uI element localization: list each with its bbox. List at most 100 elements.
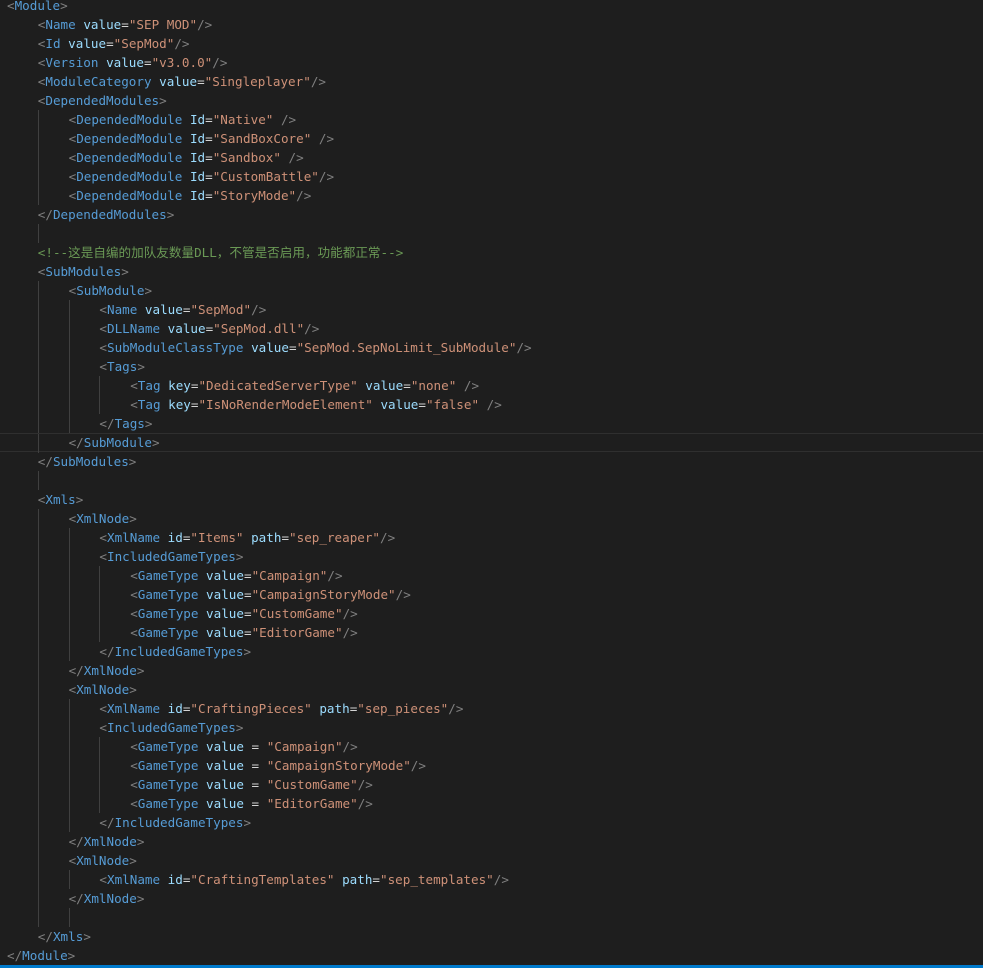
code-line[interactable]: <XmlName id="CraftingTemplates" path="se… <box>0 869 983 889</box>
code-line[interactable]: </SubModules> <box>0 452 983 471</box>
code-editor[interactable]: <Module> <Name value="SEP MOD"/> <Id value… <box>0 0 983 965</box>
code-line[interactable]: <Version value="v3.0.0"/> <box>0 53 983 72</box>
code-line[interactable]: </SubModule> <box>0 432 983 453</box>
code-line[interactable]: <GameType value="CustomGame"/> <box>0 603 983 623</box>
code-line[interactable]: </XmlNode> <box>0 831 983 851</box>
code-line[interactable]: <XmlNode> <box>0 508 983 528</box>
token-tag: DependedModules <box>45 92 160 108</box>
code-line[interactable]: <SubModuleClassType value="SepMod.SepNoL… <box>0 337 983 357</box>
code-line[interactable]: <Tags> <box>0 356 983 376</box>
token-punct: /> <box>342 605 358 621</box>
code-line[interactable]: </Xmls> <box>0 927 983 946</box>
indent-guide <box>37 869 39 889</box>
token-attr: value <box>206 624 244 640</box>
code-line[interactable]: </Module> <box>0 946 983 965</box>
token-str: "SepMod.SepNoLimit_SubModule" <box>296 339 517 355</box>
code-line[interactable]: </DependedModules> <box>0 205 983 224</box>
code-line[interactable]: <IncludedGameTypes> <box>0 717 983 737</box>
code-line[interactable]: <DLLName value="SepMod.dll"/> <box>0 318 983 338</box>
token-str: "SEP MOD" <box>128 16 198 32</box>
code-line[interactable]: <SubModule> <box>0 280 983 300</box>
code-line[interactable]: <DependedModule Id="CustomBattle"/> <box>0 166 983 186</box>
code-line[interactable]: <GameType value="CampaignStoryMode"/> <box>0 584 983 604</box>
code-line[interactable]: <XmlName id="CraftingPieces" path="sep_p… <box>0 698 983 718</box>
token-eq: = <box>281 529 290 545</box>
code-text: <DependedModules> <box>38 91 167 110</box>
token-attr: value <box>380 396 419 412</box>
code-line[interactable]: <SubModules> <box>0 262 983 281</box>
code-line[interactable]: <GameType value = "EditorGame"/> <box>0 793 983 813</box>
code-line[interactable]: <GameType value = "CustomGame"/> <box>0 774 983 794</box>
token-eq: = <box>418 396 426 412</box>
code-line[interactable]: </XmlNode> <box>0 888 983 908</box>
code-line[interactable]: </IncludedGameTypes> <box>0 812 983 832</box>
indent-guide <box>37 128 39 148</box>
token-eq: = <box>243 567 252 583</box>
code-line[interactable]: <ModuleCategory value="Singleplayer"/> <box>0 72 983 91</box>
indent-guide <box>68 641 70 661</box>
code-line[interactable]: <GameType value="Campaign"/> <box>0 565 983 585</box>
code-text: <XmlNode> <box>69 509 137 528</box>
code-line[interactable]: </Tags> <box>0 413 983 433</box>
code-line[interactable]: <Name value="SepMod"/> <box>0 299 983 319</box>
code-line[interactable]: <Tag key="DedicatedServerType" value="no… <box>0 375 983 395</box>
code-line[interactable]: <XmlName id="Items" path="sep_reaper"/> <box>0 527 983 547</box>
token-str: "Items" <box>190 529 244 545</box>
code-line[interactable] <box>0 470 983 490</box>
token-tag: Id <box>45 35 61 51</box>
indent-guide <box>37 755 39 775</box>
code-line[interactable]: <GameType value = "Campaign"/> <box>0 736 983 756</box>
code-line[interactable]: <Xmls> <box>0 490 983 509</box>
code-line[interactable]: <DependedModules> <box>0 91 983 110</box>
code-line[interactable]: <IncludedGameTypes> <box>0 546 983 566</box>
code-line[interactable]: <DependedModule Id="Native" /> <box>0 109 983 129</box>
code-line[interactable]: <GameType value="EditorGame"/> <box>0 622 983 642</box>
token-eq: = <box>243 776 267 792</box>
code-line[interactable]: <XmlNode> <box>0 679 983 699</box>
code-line[interactable]: <DependedModule Id="Sandbox" /> <box>0 147 983 167</box>
code-line[interactable]: </IncludedGameTypes> <box>0 641 983 661</box>
token-attr: value <box>251 339 289 355</box>
token-eq: = <box>197 73 205 89</box>
indent-guide <box>68 698 70 718</box>
indent-guide <box>99 793 101 813</box>
indent-guide <box>37 356 39 376</box>
code-line[interactable]: <Id value="SepMod"/> <box>0 34 983 53</box>
indent-guide <box>37 147 39 167</box>
code-line[interactable]: <XmlNode> <box>0 850 983 870</box>
token-tag: ModuleCategory <box>45 73 152 89</box>
code-line[interactable]: <DependedModule Id="StoryMode"/> <box>0 185 983 205</box>
token-eq: = <box>372 871 381 887</box>
code-line[interactable]: <Module> <box>0 0 983 15</box>
indent-guide <box>37 166 39 186</box>
code-line[interactable]: <GameType value = "CampaignStoryMode"/> <box>0 755 983 775</box>
token-punct: < <box>99 548 107 564</box>
code-line[interactable]: <Name value="SEP MOD"/> <box>0 15 983 34</box>
code-line[interactable] <box>0 907 983 927</box>
token-tag: DependedModule <box>76 149 183 165</box>
code-line[interactable] <box>0 223 983 243</box>
code-line[interactable]: <!--这是自编的加队友数量DLL，不管是否启用，功能都正常--> <box>0 243 983 262</box>
indent-guide <box>68 812 70 832</box>
code-line[interactable]: <DependedModule Id="SandBoxCore" /> <box>0 128 983 148</box>
indent-guide <box>68 793 70 813</box>
indent-guide <box>37 660 39 680</box>
token-punct: /> <box>357 776 373 792</box>
code-line[interactable]: <Tag key="IsNoRenderModeElement" value="… <box>0 394 983 414</box>
code-text: </SubModules> <box>38 452 137 471</box>
indent-guide <box>68 717 70 737</box>
code-line[interactable]: </XmlNode> <box>0 660 983 680</box>
token-punct: > <box>121 263 129 279</box>
code-text: <SubModuleClassType value="SepMod.SepNoL… <box>99 338 531 357</box>
token-tag: DependedModule <box>76 111 183 127</box>
token-attr: Id <box>189 149 206 165</box>
token-punct: /> <box>318 168 335 184</box>
token-punct: < <box>130 738 138 754</box>
